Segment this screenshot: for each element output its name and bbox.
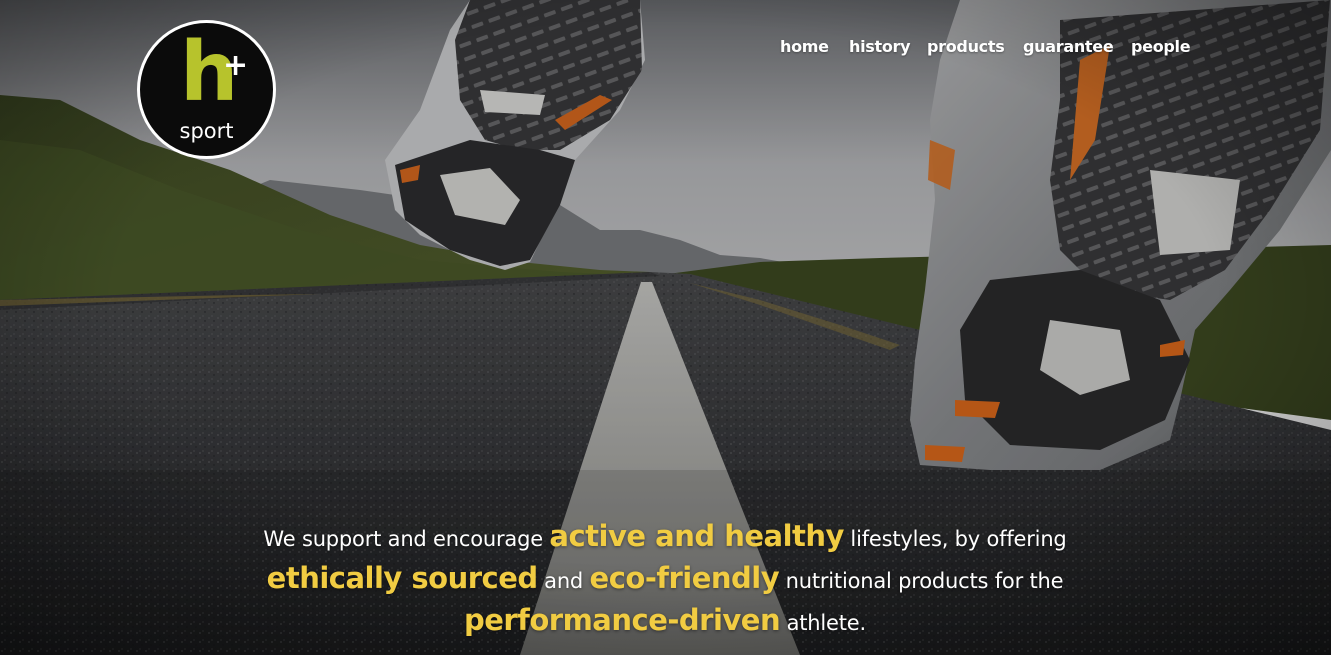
tagline-highlight-performance-driven: performance-driven xyxy=(464,603,781,637)
logo-wordmark: sport xyxy=(179,119,234,143)
hero-tagline: We support and encourage active and heal… xyxy=(160,517,1170,643)
brand-logo[interactable]: h + sport xyxy=(137,20,276,159)
tagline-highlight-eco-friendly: eco-friendly xyxy=(589,561,780,595)
tagline-text-5: athlete. xyxy=(780,611,867,635)
nav-link-home[interactable]: home xyxy=(780,36,829,58)
nav-link-history[interactable]: history xyxy=(849,36,911,58)
nav-link-guarantee[interactable]: guarantee xyxy=(1023,36,1114,58)
tagline-highlight-ethically-sourced: ethically sourced xyxy=(266,561,539,595)
hero-section: h + sport home history products guarante… xyxy=(0,0,1331,655)
logo-plus-sign: + xyxy=(223,48,249,83)
tagline-text-3: and xyxy=(537,569,590,593)
nav-link-products[interactable]: products xyxy=(927,36,1005,58)
tagline-text-1: We support and encourage xyxy=(263,527,550,551)
tagline-text-4: nutritional products for the xyxy=(779,569,1064,593)
nav-link-people[interactable]: people xyxy=(1131,36,1191,58)
main-navigation: home history products guarantee people xyxy=(770,36,1210,58)
tagline-text-2: lifestyles, by offering xyxy=(843,527,1067,551)
tagline-highlight-active-healthy: active and healthy xyxy=(549,519,844,553)
